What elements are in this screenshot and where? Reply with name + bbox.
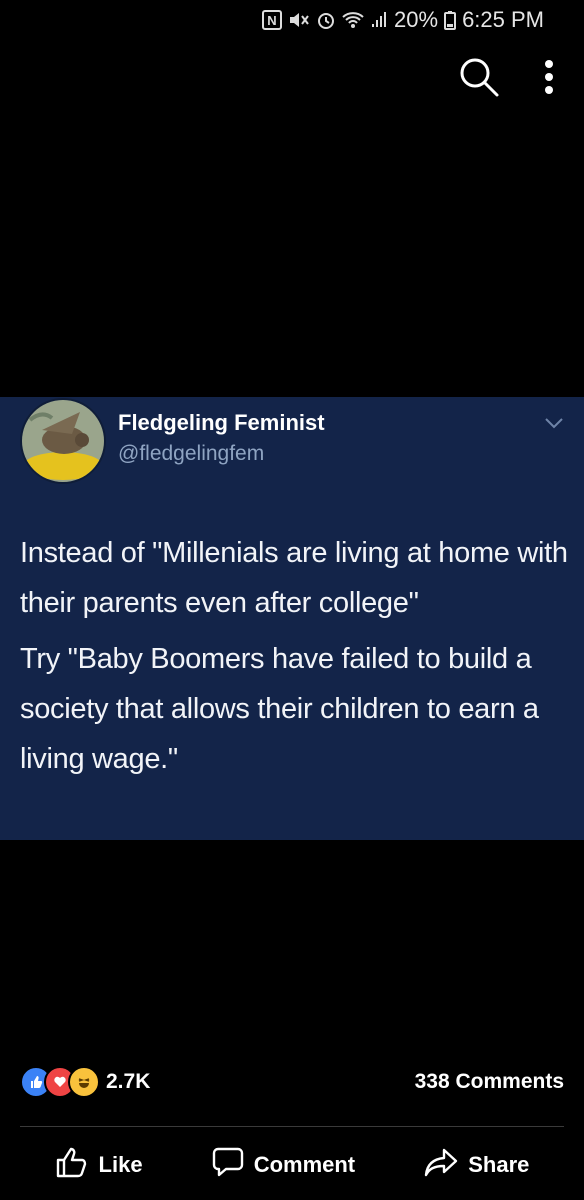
user-handle[interactable]: @fledgelingfem [118,442,264,466]
mute-icon [288,10,310,30]
tweet-text: Instead of "Millenials are living at hom… [20,528,576,790]
wifi-icon [342,11,364,29]
haha-reaction-icon [68,1066,100,1098]
signal-icon [370,11,388,29]
divider [20,1126,564,1127]
comment-label: Comment [253,1152,356,1177]
battery-icon [444,10,457,30]
like-label: Like [98,1152,143,1177]
tweet-paragraph-1: Instead of "Millenials are living at hom… [20,537,568,619]
engagement-stats: 2.7K 338 Comments [20,1064,564,1100]
share-label: Share [468,1152,530,1177]
like-button[interactable]: Like [55,1146,143,1184]
search-icon[interactable] [458,56,500,103]
status-bar: N 20% 6:25 PM [0,0,584,40]
more-vert-icon[interactable] [544,59,554,100]
clock: 6:25 PM [462,7,544,32]
tweet-paragraph-2: Try "Baby Boomers have failed to build a… [20,643,539,775]
nfc-icon: N [262,10,283,30]
svg-text:N: N [267,13,276,28]
comments-count[interactable]: 338 Comments [415,1070,564,1094]
display-name[interactable]: Fledgeling Feminist [118,410,325,436]
share-button[interactable]: Share [424,1147,529,1183]
comment-button[interactable]: Comment [212,1147,355,1183]
avatar[interactable] [20,398,106,484]
chevron-down-icon[interactable] [544,416,564,435]
action-bar: Like Comment Share [0,1140,584,1190]
comment-bubble-icon [212,1147,244,1183]
battery-percent: 20% [394,7,439,32]
alarm-icon [316,10,336,30]
reactions-summary[interactable]: 2.7K [20,1066,150,1098]
reaction-count[interactable]: 2.7K [106,1070,150,1094]
thumbs-up-icon [55,1146,89,1184]
top-toolbar [458,56,554,103]
share-arrow-icon [424,1147,458,1183]
